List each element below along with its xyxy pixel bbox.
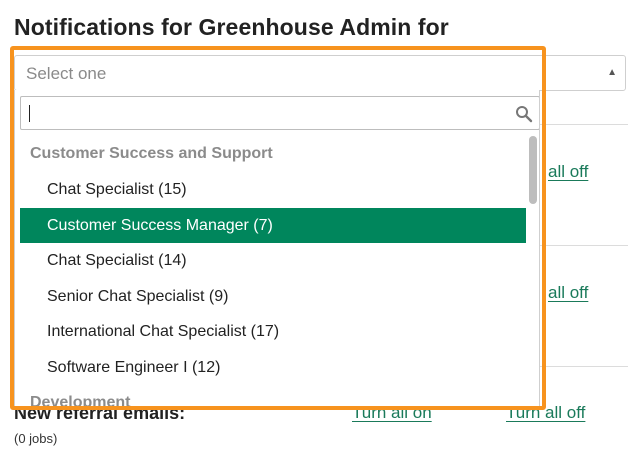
select-current-value: Select one <box>26 64 107 83</box>
magnifier-icon <box>516 106 533 123</box>
option-chat-specialist-14[interactable]: Chat Specialist (14) <box>20 243 526 279</box>
text-caret <box>29 105 30 122</box>
dropdown-option-list: Customer Success and Support Chat Specia… <box>20 136 526 406</box>
option-customer-success-manager-7[interactable]: Customer Success Manager (7) <box>20 207 526 243</box>
dropdown-search-input[interactable] <box>21 97 539 129</box>
option-software-engineer-i-12[interactable]: Software Engineer I (12) <box>20 350 526 386</box>
option-group-label: Development <box>30 394 131 406</box>
referral-emails-title: New referral emails: <box>14 403 186 423</box>
turn-all-off-link-2[interactable]: all off <box>548 283 588 303</box>
select-dropdown: Customer Success and Support Chat Specia… <box>14 90 540 406</box>
turn-all-off-link-1[interactable]: all off <box>548 162 588 182</box>
option-senior-chat-specialist-9[interactable]: Senior Chat Specialist (9) <box>20 279 526 315</box>
turn-all-on-link[interactable]: Turn all on <box>352 403 432 423</box>
triangle-up-icon: ▲ <box>607 67 617 78</box>
option-group-label: Customer Success and Support <box>30 145 273 162</box>
page-title: Notifications for Greenhouse Admin for <box>14 14 449 40</box>
turn-all-off-link-3[interactable]: Turn all off <box>506 403 585 423</box>
dropdown-scrollbar[interactable] <box>526 136 539 406</box>
referral-emails-job-count: (0 jobs) <box>14 431 58 446</box>
scrollbar-thumb[interactable] <box>529 136 537 204</box>
option-chat-specialist-15[interactable]: Chat Specialist (15) <box>20 172 526 208</box>
dropdown-search-box[interactable] <box>20 96 539 130</box>
job-select[interactable]: Select one ▲ <box>14 55 626 91</box>
option-international-chat-specialist-17[interactable]: International Chat Specialist (17) <box>20 314 526 350</box>
